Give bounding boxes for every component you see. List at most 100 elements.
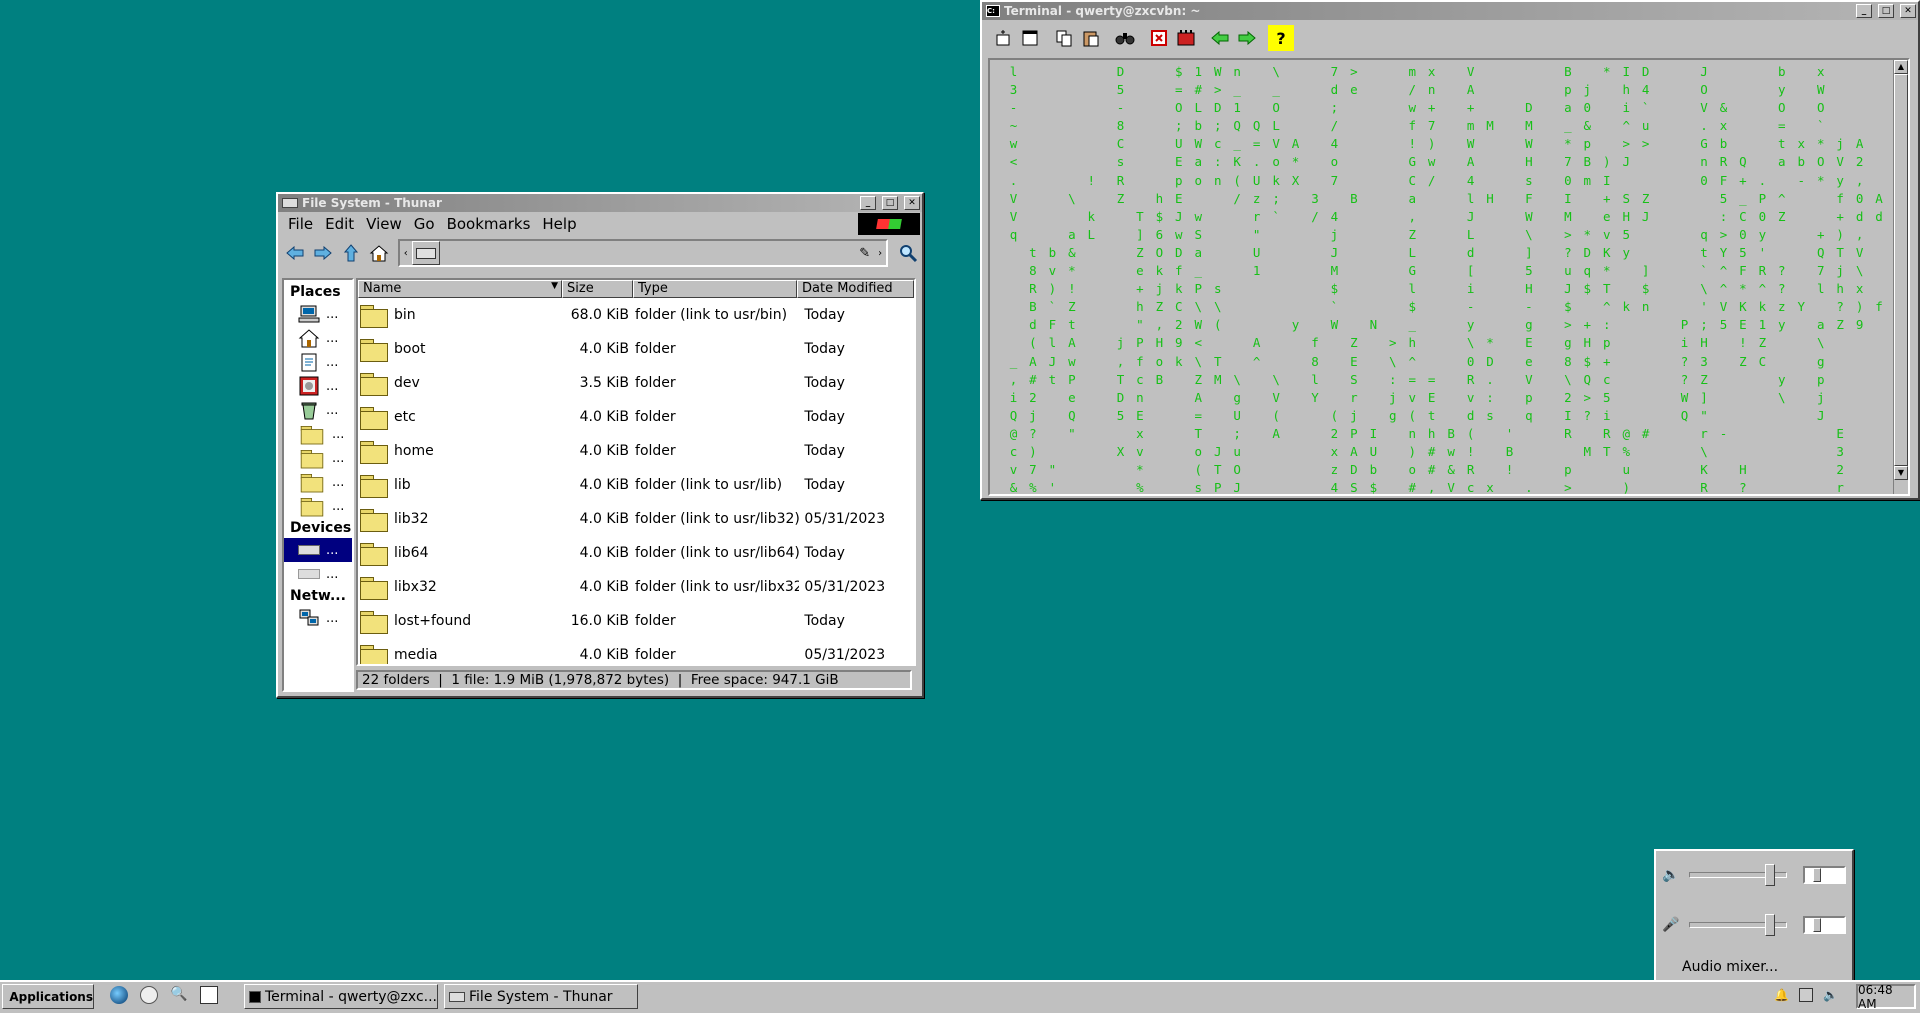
table-row[interactable]: bin 68.0 KiB folder (link to usr/bin) Today: [358, 298, 914, 332]
file-name-cell: home: [358, 439, 529, 464]
notification-icon[interactable]: 🔔: [1774, 988, 1789, 1002]
mute-toggle[interactable]: [1803, 916, 1846, 934]
menu-help[interactable]: Help: [536, 215, 582, 233]
next-tab-icon[interactable]: [1234, 25, 1260, 51]
scroll-down-icon[interactable]: ▼: [1894, 466, 1908, 480]
sidebar-item-home[interactable]: ...: [284, 326, 352, 350]
network-icon: [299, 609, 319, 626]
forward-icon[interactable]: [310, 240, 336, 266]
sidebar-item-folder[interactable]: ...: [284, 422, 352, 446]
minimize-button[interactable]: _: [860, 196, 876, 210]
menu-file[interactable]: File: [282, 215, 319, 233]
file-name: libx32: [394, 579, 437, 595]
search-icon[interactable]: 🔍: [170, 986, 188, 1004]
task-label: File System - Thunar: [469, 988, 613, 1005]
terminal-line: V k T $ J w r ` / 4 , J W M e H J : C 0 …: [1009, 208, 1886, 224]
table-row[interactable]: lost+found 16.0 KiB folder Today: [358, 604, 914, 638]
volume-icon[interactable]: 🔈: [1823, 988, 1838, 1002]
copy-icon[interactable]: [1051, 25, 1077, 51]
scroll-thumb[interactable]: [1894, 74, 1908, 466]
new-tab-icon[interactable]: [990, 25, 1016, 51]
terminal-output[interactable]: l D $ 1 W n \ 7 > m x V B * I D J b x ' …: [988, 58, 1910, 496]
column-date[interactable]: Date Modified: [797, 280, 914, 298]
drive-icon: [449, 991, 465, 1002]
sidebar-item-folder[interactable]: ...: [284, 494, 352, 518]
file-rows: bin 68.0 KiB folder (link to usr/bin) Today…: [358, 298, 914, 664]
input-volume-slider[interactable]: [1689, 914, 1788, 936]
menu-go[interactable]: Go: [408, 215, 441, 233]
file-size: 4.0 KiB: [579, 341, 630, 357]
scroll-left-icon[interactable]: ‹: [400, 248, 412, 259]
menu-view[interactable]: View: [360, 215, 408, 233]
throbber-icon: [858, 213, 920, 235]
speaker-icon: 🔈: [1662, 867, 1680, 883]
clock[interactable]: 06:48 AM: [1856, 983, 1916, 1011]
table-row[interactable]: media 4.0 KiB folder 05/31/2023: [358, 638, 914, 664]
sidebar-item-drive[interactable]: ...: [284, 562, 352, 586]
network-icon[interactable]: [1798, 988, 1813, 1002]
preferences-icon[interactable]: [1173, 25, 1199, 51]
terminal-titlebar[interactable]: C: Terminal - qwerty@zxcvbn: ~ _ □ ✕: [982, 2, 1918, 20]
file-type: folder (link to usr/libx32): [635, 579, 800, 595]
task-thunar[interactable]: File System - Thunar: [444, 984, 638, 1009]
sidebar-label: ...: [326, 330, 339, 346]
up-icon[interactable]: [338, 240, 364, 266]
folder-icon: [360, 473, 388, 498]
menu-edit[interactable]: Edit: [319, 215, 360, 233]
scroll-right-icon[interactable]: ›: [874, 248, 886, 259]
previous-tab-icon[interactable]: [1207, 25, 1233, 51]
find-icon[interactable]: [1112, 25, 1138, 51]
globe-icon[interactable]: [140, 986, 158, 1004]
fullscreen-icon[interactable]: [1146, 25, 1172, 51]
sidebar-item-trash[interactable]: ...: [284, 398, 352, 422]
mute-toggle[interactable]: [1803, 866, 1846, 884]
column-size[interactable]: Size: [562, 280, 633, 298]
applications-button[interactable]: Applications: [2, 984, 94, 1009]
menu-bookmarks[interactable]: Bookmarks: [441, 215, 537, 233]
back-icon[interactable]: [282, 240, 308, 266]
slider-handle[interactable]: [1765, 864, 1776, 886]
path-bar[interactable]: ‹ ✎ ›: [397, 239, 889, 267]
column-type[interactable]: Type: [633, 280, 797, 298]
terminal-scrollbar[interactable]: ▲ ▼: [1893, 60, 1908, 494]
table-row[interactable]: lib 4.0 KiB folder (link to usr/lib) Today: [358, 468, 914, 502]
slider-handle[interactable]: [1765, 914, 1776, 936]
audio-mixer-item[interactable]: Audio mixer...: [1682, 959, 1778, 975]
sidebar-label: ...: [326, 402, 339, 418]
sidebar-item-computer[interactable]: ...: [284, 302, 352, 326]
table-row[interactable]: home 4.0 KiB folder Today: [358, 434, 914, 468]
sidebar-item-folder[interactable]: ...: [284, 446, 352, 470]
scroll-up-icon[interactable]: ▲: [1894, 60, 1908, 74]
new-window-icon[interactable]: [1017, 25, 1043, 51]
table-row[interactable]: lib32 4.0 KiB folder (link to usr/lib32) 05…: [358, 502, 914, 536]
home-icon[interactable]: [366, 240, 392, 266]
minimize-button[interactable]: _: [1856, 4, 1872, 18]
task-terminal[interactable]: Terminal - qwerty@zxc...: [244, 984, 438, 1009]
sidebar-item-filesystem[interactable]: ...: [284, 538, 352, 562]
sidebar-item-pictures[interactable]: ...: [284, 374, 352, 398]
browser-icon[interactable]: [110, 986, 128, 1004]
maximize-button[interactable]: □: [1878, 4, 1894, 18]
table-row[interactable]: libx32 4.0 KiB folder (link to usr/libx32)…: [358, 570, 914, 604]
paste-icon[interactable]: [1078, 25, 1104, 51]
sidebar-item-folder[interactable]: ...: [284, 470, 352, 494]
sidebar-item-network[interactable]: ...: [284, 606, 352, 630]
table-row[interactable]: etc 4.0 KiB folder Today: [358, 400, 914, 434]
table-row[interactable]: dev 3.5 KiB folder Today: [358, 366, 914, 400]
file-type: folder (link to usr/lib32): [635, 511, 800, 527]
thunar-titlebar[interactable]: File System - Thunar _ □ ✕: [278, 194, 922, 212]
table-row[interactable]: boot 4.0 KiB folder Today: [358, 332, 914, 366]
search-icon[interactable]: [894, 239, 922, 267]
edit-path-icon[interactable]: ✎: [859, 246, 874, 261]
column-name[interactable]: Name ▼: [358, 280, 562, 298]
close-button[interactable]: ✕: [1900, 4, 1916, 18]
close-button[interactable]: ✕: [904, 196, 920, 210]
output-volume-slider[interactable]: [1689, 864, 1788, 886]
notes-icon[interactable]: [200, 986, 218, 1004]
table-row[interactable]: lib64 4.0 KiB folder (link to usr/lib64) To…: [358, 536, 914, 570]
file-date: Today: [804, 545, 845, 561]
root-path-button[interactable]: [411, 241, 440, 265]
sidebar-item-documents[interactable]: ...: [284, 350, 352, 374]
help-icon[interactable]: ?: [1268, 25, 1294, 51]
maximize-button[interactable]: □: [882, 196, 898, 210]
